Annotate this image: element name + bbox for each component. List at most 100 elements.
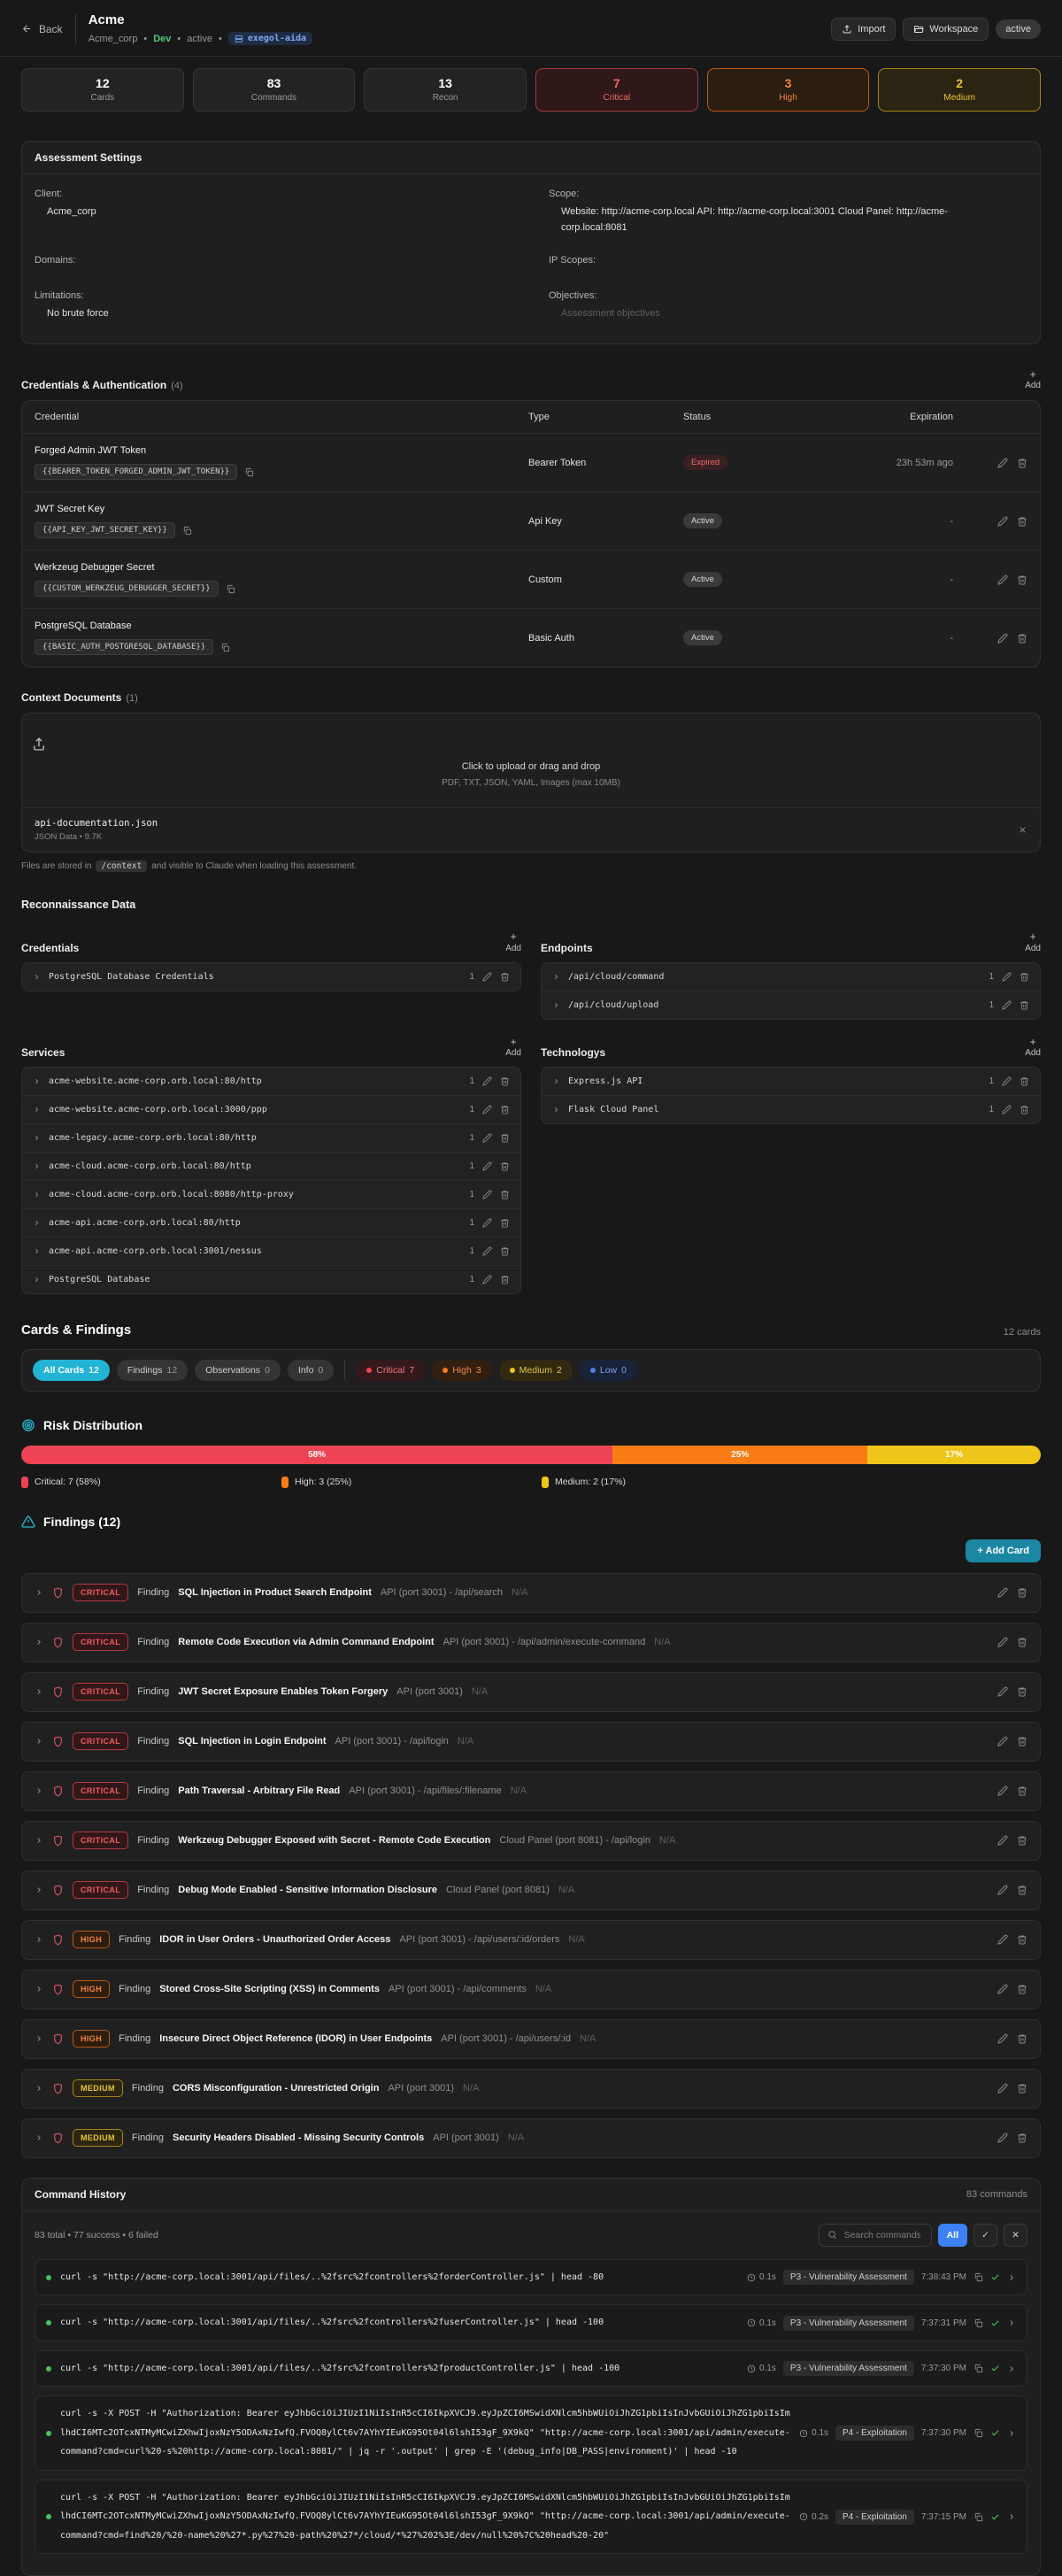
- chevron-right-icon[interactable]: [35, 1886, 43, 1894]
- import-button[interactable]: Import: [831, 17, 897, 41]
- edit-icon[interactable]: [482, 1161, 492, 1171]
- search-input[interactable]: [842, 2228, 922, 2241]
- trash-icon[interactable]: [1017, 2033, 1027, 2044]
- trash-icon[interactable]: [1017, 1934, 1027, 1945]
- chevron-right-icon[interactable]: [33, 1106, 41, 1114]
- chevron-right-icon[interactable]: [35, 1687, 43, 1696]
- trash-icon[interactable]: [1020, 1076, 1029, 1086]
- chevron-right-icon[interactable]: [35, 1588, 43, 1597]
- finding-row[interactable]: CRITICAL Finding Werkzeug Debugger Expos…: [21, 1820, 1041, 1861]
- finding-row[interactable]: HIGH Finding Stored Cross-Site Scripting…: [21, 1969, 1041, 2009]
- edit-icon[interactable]: [997, 516, 1008, 527]
- copy-icon[interactable]: [182, 526, 192, 536]
- chevron-right-icon[interactable]: [33, 1077, 41, 1085]
- recon-item[interactable]: Flask Cloud Panel 1: [542, 1096, 1040, 1123]
- trash-icon[interactable]: [1017, 1686, 1027, 1697]
- search-box[interactable]: [818, 2223, 932, 2247]
- edit-icon[interactable]: [997, 1835, 1008, 1847]
- chevron-right-icon[interactable]: [35, 1786, 43, 1795]
- recon-item[interactable]: PostgreSQL Database 1: [22, 1266, 520, 1293]
- trash-icon[interactable]: [1017, 1885, 1027, 1895]
- severity-filter-chip[interactable]: High 3: [432, 1359, 492, 1381]
- command-row[interactable]: curl -s "http://acme-corp.local:3001/api…: [35, 2258, 1027, 2296]
- chevron-right-icon[interactable]: [35, 2034, 43, 2043]
- remove-file-icon[interactable]: [1018, 825, 1027, 835]
- copy-icon[interactable]: [974, 2318, 983, 2328]
- credential-token[interactable]: {{BASIC_AUTH_POSTGRESQL_DATABASE}}: [35, 639, 214, 656]
- recon-item[interactable]: /api/cloud/upload 1: [542, 991, 1040, 1019]
- edit-icon[interactable]: [482, 1246, 492, 1256]
- trash-icon[interactable]: [1017, 1637, 1027, 1647]
- chevron-right-icon[interactable]: [35, 2084, 43, 2093]
- trash-icon[interactable]: [500, 1190, 510, 1199]
- chevron-right-icon[interactable]: [1007, 2273, 1016, 2282]
- trash-icon[interactable]: [500, 1275, 510, 1284]
- trash-icon[interactable]: [1017, 575, 1027, 585]
- chevron-right-icon[interactable]: [552, 973, 560, 981]
- trash-icon[interactable]: [1020, 972, 1029, 982]
- severity-filter-chip[interactable]: Low 0: [579, 1359, 637, 1381]
- copy-icon[interactable]: [244, 467, 254, 477]
- chevron-right-icon[interactable]: [1007, 2429, 1016, 2438]
- trash-icon[interactable]: [500, 972, 510, 982]
- recon-item[interactable]: acme-legacy.acme-corp.orb.local:80/http …: [22, 1124, 520, 1153]
- edit-icon[interactable]: [997, 2033, 1008, 2045]
- filter-chip[interactable]: All Cards 12: [33, 1359, 110, 1381]
- copy-icon[interactable]: [974, 2428, 983, 2438]
- trash-icon[interactable]: [1017, 2133, 1027, 2143]
- edit-icon[interactable]: [997, 575, 1008, 585]
- trash-icon[interactable]: [500, 1218, 510, 1228]
- finding-row[interactable]: CRITICAL Finding SQL Injection in Produc…: [21, 1572, 1041, 1613]
- trash-icon[interactable]: [1017, 2083, 1027, 2094]
- edit-icon[interactable]: [997, 2083, 1008, 2094]
- workspace-button[interactable]: Workspace: [903, 17, 989, 41]
- edit-icon[interactable]: [997, 1984, 1008, 1995]
- chevron-right-icon[interactable]: [1007, 2512, 1016, 2521]
- finding-row[interactable]: CRITICAL Finding Debug Mode Enabled - Se…: [21, 1870, 1041, 1910]
- recon-item[interactable]: Express.js API 1: [542, 1068, 1040, 1096]
- edit-icon[interactable]: [1002, 1000, 1012, 1010]
- chevron-right-icon[interactable]: [33, 1276, 41, 1284]
- chevron-right-icon[interactable]: [35, 1737, 43, 1746]
- recon-item[interactable]: acme-api.acme-corp.orb.local:80/http 1: [22, 1209, 520, 1238]
- add-credential-button[interactable]: + Add: [1025, 368, 1041, 391]
- finding-row[interactable]: CRITICAL Finding JWT Secret Exposure Ena…: [21, 1671, 1041, 1712]
- trash-icon[interactable]: [1017, 1835, 1027, 1846]
- chevron-right-icon[interactable]: [33, 1134, 41, 1142]
- chevron-right-icon[interactable]: [1007, 2364, 1016, 2373]
- finding-row[interactable]: CRITICAL Finding SQL Injection in Login …: [21, 1721, 1041, 1762]
- finding-row[interactable]: CRITICAL Finding Path Traversal - Arbitr…: [21, 1770, 1041, 1811]
- finding-row[interactable]: MEDIUM Finding CORS Misconfiguration - U…: [21, 2068, 1041, 2109]
- edit-icon[interactable]: [997, 1736, 1008, 1747]
- client-value[interactable]: Acme_corp: [35, 204, 477, 220]
- filter-failed-button[interactable]: ✕: [1004, 2223, 1027, 2247]
- copy-icon[interactable]: [974, 2364, 983, 2373]
- command-row[interactable]: curl -s -X POST -H "Authorization: Beare…: [35, 2395, 1027, 2471]
- copy-icon[interactable]: [226, 584, 235, 594]
- trash-icon[interactable]: [1017, 458, 1027, 468]
- trash-icon[interactable]: [500, 1161, 510, 1171]
- command-row[interactable]: curl -s "http://acme-corp.local:3001/api…: [35, 2349, 1027, 2387]
- trash-icon[interactable]: [500, 1076, 510, 1086]
- chevron-right-icon[interactable]: [35, 1985, 43, 1994]
- edit-icon[interactable]: [482, 1275, 492, 1284]
- add-technology-button[interactable]: + Add: [1025, 1036, 1041, 1059]
- trash-icon[interactable]: [1017, 1984, 1027, 1994]
- scope-value[interactable]: Website: http://acme-corp.local API: htt…: [549, 204, 991, 235]
- chevron-right-icon[interactable]: [33, 1162, 41, 1170]
- command-row[interactable]: curl -s -X POST -H "Authorization: Beare…: [35, 2479, 1027, 2555]
- trash-icon[interactable]: [1017, 1736, 1027, 1747]
- chevron-right-icon[interactable]: [35, 1935, 43, 1944]
- back-button[interactable]: Back: [21, 13, 76, 44]
- copy-icon[interactable]: [974, 2272, 983, 2282]
- chevron-right-icon[interactable]: [35, 2133, 43, 2142]
- filter-success-button[interactable]: ✓: [974, 2223, 997, 2247]
- trash-icon[interactable]: [1017, 1785, 1027, 1796]
- severity-filter-chip[interactable]: Medium 2: [498, 1359, 573, 1381]
- filter-chip[interactable]: Observations 0: [195, 1359, 281, 1381]
- filter-chip[interactable]: Findings 12: [116, 1359, 189, 1381]
- credential-token[interactable]: {{API_KEY_JWT_SECRET_KEY}}: [35, 522, 175, 539]
- recon-item[interactable]: acme-cloud.acme-corp.orb.local:8080/http…: [22, 1181, 520, 1209]
- edit-icon[interactable]: [997, 1587, 1008, 1599]
- add-recon-credential-button[interactable]: + Add: [505, 930, 521, 953]
